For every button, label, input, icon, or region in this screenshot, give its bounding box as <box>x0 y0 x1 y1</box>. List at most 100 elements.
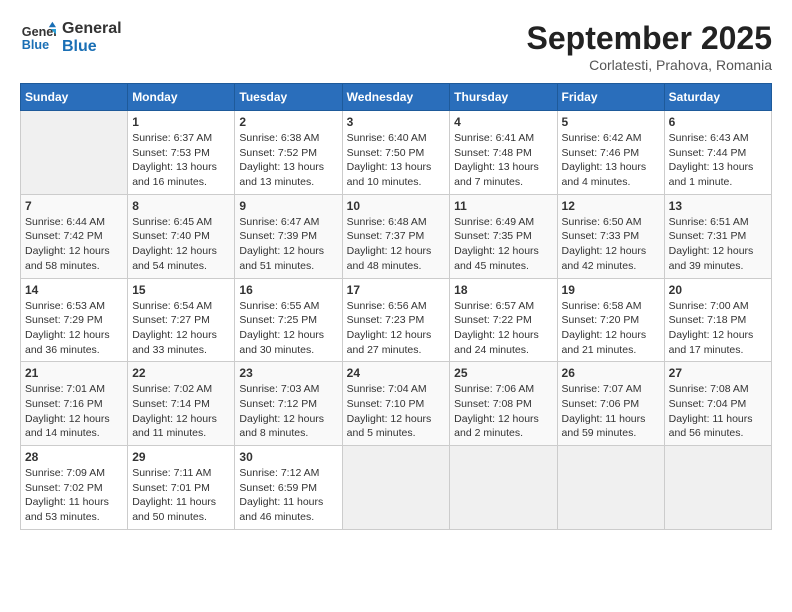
calendar-cell: 30 Sunrise: 7:12 AMSunset: 6:59 PMDayligh… <box>235 446 342 530</box>
day-number: 7 <box>25 199 123 213</box>
day-info: Sunrise: 6:42 AMSunset: 7:46 PMDaylight:… <box>562 131 660 190</box>
calendar-cell: 15Sunrise: 6:54 AMSunset: 7:27 PMDayligh… <box>128 278 235 362</box>
calendar-week-row: 1 Sunrise: 6:37 AMSunset: 7:53 PMDaylight… <box>21 111 772 195</box>
day-info: Sunrise: 7:06 AMSunset: 7:08 PMDaylight:… <box>454 382 552 441</box>
day-info: Sunrise: 6:48 AMSunset: 7:37 PMDaylight:… <box>347 215 446 274</box>
day-info: Sunrise: 7:08 AMSunset: 7:04 PMDaylight:… <box>669 382 767 441</box>
day-number: 3 <box>347 115 446 129</box>
calendar-cell: 16 Sunrise: 6:55 AMSunset: 7:25 PMDayligh… <box>235 278 342 362</box>
calendar-header-tuesday: Tuesday <box>235 84 342 111</box>
calendar-cell: 29Sunrise: 7:11 AMSunset: 7:01 PMDayligh… <box>128 446 235 530</box>
calendar-cell: 13Sunrise: 6:51 AMSunset: 7:31 PMDayligh… <box>664 194 771 278</box>
calendar-cell: 6Sunrise: 6:43 AMSunset: 7:44 PMDaylight… <box>664 111 771 195</box>
logo: General Blue General Blue <box>20 20 122 56</box>
day-number: 16 <box>239 283 337 297</box>
calendar-cell: 10 Sunrise: 6:48 AMSunset: 7:37 PMDayligh… <box>342 194 450 278</box>
day-info: Sunrise: 7:03 AMSunset: 7:12 PMDaylight:… <box>239 382 337 441</box>
day-info: Sunrise: 6:40 AMSunset: 7:50 PMDaylight:… <box>347 131 446 190</box>
calendar-cell <box>557 446 664 530</box>
day-info: Sunrise: 6:55 AMSunset: 7:25 PMDaylight:… <box>239 299 337 358</box>
day-info: Sunrise: 7:04 AMSunset: 7:10 PMDaylight:… <box>347 382 446 441</box>
calendar-header-row: SundayMondayTuesdayWednesdayThursdayFrid… <box>21 84 772 111</box>
calendar-cell <box>21 111 128 195</box>
day-info: Sunrise: 7:00 AMSunset: 7:18 PMDaylight:… <box>669 299 767 358</box>
calendar-cell: 26 Sunrise: 7:07 AMSunset: 7:06 PMDayligh… <box>557 362 664 446</box>
day-number: 10 <box>347 199 446 213</box>
calendar-cell: 1 Sunrise: 6:37 AMSunset: 7:53 PMDaylight… <box>128 111 235 195</box>
day-number: 1 <box>132 115 230 129</box>
day-number: 5 <box>562 115 660 129</box>
calendar-header-sunday: Sunday <box>21 84 128 111</box>
day-number: 4 <box>454 115 552 129</box>
day-number: 12 <box>562 199 660 213</box>
day-number: 25 <box>454 366 552 380</box>
day-number: 24 <box>347 366 446 380</box>
day-info: Sunrise: 7:07 AMSunset: 7:06 PMDaylight:… <box>562 382 660 441</box>
calendar-cell: 27 Sunrise: 7:08 AMSunset: 7:04 PMDayligh… <box>664 362 771 446</box>
calendar-cell: 2 Sunrise: 6:38 AMSunset: 7:52 PMDaylight… <box>235 111 342 195</box>
calendar-header-wednesday: Wednesday <box>342 84 450 111</box>
day-info: Sunrise: 7:01 AMSunset: 7:16 PMDaylight:… <box>25 382 123 441</box>
day-number: 19 <box>562 283 660 297</box>
calendar-cell: 4 Sunrise: 6:41 AMSunset: 7:48 PMDaylight… <box>450 111 557 195</box>
calendar-cell: 17 Sunrise: 6:56 AMSunset: 7:23 PMDayligh… <box>342 278 450 362</box>
day-number: 28 <box>25 450 123 464</box>
calendar-cell: 23 Sunrise: 7:03 AMSunset: 7:12 PMDayligh… <box>235 362 342 446</box>
calendar-cell: 19Sunrise: 6:58 AMSunset: 7:20 PMDayligh… <box>557 278 664 362</box>
calendar-week-row: 21 Sunrise: 7:01 AMSunset: 7:16 PMDayligh… <box>21 362 772 446</box>
day-info: Sunrise: 6:44 AMSunset: 7:42 PMDaylight:… <box>25 215 123 274</box>
calendar-cell: 24 Sunrise: 7:04 AMSunset: 7:10 PMDayligh… <box>342 362 450 446</box>
calendar-header-friday: Friday <box>557 84 664 111</box>
calendar-cell: 9 Sunrise: 6:47 AMSunset: 7:39 PMDaylight… <box>235 194 342 278</box>
location-subtitle: Corlatesti, Prahova, Romania <box>527 57 772 73</box>
day-info: Sunrise: 6:47 AMSunset: 7:39 PMDaylight:… <box>239 215 337 274</box>
day-number: 23 <box>239 366 337 380</box>
day-number: 2 <box>239 115 337 129</box>
day-info: Sunrise: 6:37 AMSunset: 7:53 PMDaylight:… <box>132 131 230 190</box>
day-info: Sunrise: 6:57 AMSunset: 7:22 PMDaylight:… <box>454 299 552 358</box>
calendar-cell: 21 Sunrise: 7:01 AMSunset: 7:16 PMDayligh… <box>21 362 128 446</box>
day-info: Sunrise: 6:38 AMSunset: 7:52 PMDaylight:… <box>239 131 337 190</box>
day-number: 15 <box>132 283 230 297</box>
calendar-cell: 11Sunrise: 6:49 AMSunset: 7:35 PMDayligh… <box>450 194 557 278</box>
logo-text-blue: Blue <box>62 38 122 56</box>
calendar-week-row: 28Sunrise: 7:09 AMSunset: 7:02 PMDayligh… <box>21 446 772 530</box>
calendar-cell: 25 Sunrise: 7:06 AMSunset: 7:08 PMDayligh… <box>450 362 557 446</box>
day-info: Sunrise: 6:53 AMSunset: 7:29 PMDaylight:… <box>25 299 123 358</box>
month-title: September 2025 <box>527 20 772 57</box>
day-number: 6 <box>669 115 767 129</box>
day-number: 17 <box>347 283 446 297</box>
day-number: 18 <box>454 283 552 297</box>
calendar-header-monday: Monday <box>128 84 235 111</box>
day-number: 13 <box>669 199 767 213</box>
day-info: Sunrise: 6:45 AMSunset: 7:40 PMDaylight:… <box>132 215 230 274</box>
calendar-cell: 18 Sunrise: 6:57 AMSunset: 7:22 PMDayligh… <box>450 278 557 362</box>
day-number: 9 <box>239 199 337 213</box>
day-info: Sunrise: 6:50 AMSunset: 7:33 PMDaylight:… <box>562 215 660 274</box>
calendar-cell <box>664 446 771 530</box>
day-info: Sunrise: 6:56 AMSunset: 7:23 PMDaylight:… <box>347 299 446 358</box>
day-info: Sunrise: 7:02 AMSunset: 7:14 PMDaylight:… <box>132 382 230 441</box>
title-block: September 2025 Corlatesti, Prahova, Roma… <box>527 20 772 73</box>
calendar-table: SundayMondayTuesdayWednesdayThursdayFrid… <box>20 83 772 530</box>
calendar-cell: 28Sunrise: 7:09 AMSunset: 7:02 PMDayligh… <box>21 446 128 530</box>
calendar-cell: 5 Sunrise: 6:42 AMSunset: 7:46 PMDaylight… <box>557 111 664 195</box>
calendar-header-saturday: Saturday <box>664 84 771 111</box>
calendar-cell: 22Sunrise: 7:02 AMSunset: 7:14 PMDayligh… <box>128 362 235 446</box>
day-info: Sunrise: 6:41 AMSunset: 7:48 PMDaylight:… <box>454 131 552 190</box>
day-info: Sunrise: 7:11 AMSunset: 7:01 PMDaylight:… <box>132 466 230 525</box>
svg-text:Blue: Blue <box>22 38 49 52</box>
day-number: 30 <box>239 450 337 464</box>
day-info: Sunrise: 7:12 AMSunset: 6:59 PMDaylight:… <box>239 466 337 525</box>
calendar-cell: 12 Sunrise: 6:50 AMSunset: 7:33 PMDayligh… <box>557 194 664 278</box>
day-number: 14 <box>25 283 123 297</box>
day-number: 21 <box>25 366 123 380</box>
calendar-week-row: 14 Sunrise: 6:53 AMSunset: 7:29 PMDayligh… <box>21 278 772 362</box>
day-number: 26 <box>562 366 660 380</box>
calendar-cell: 7 Sunrise: 6:44 AMSunset: 7:42 PMDaylight… <box>21 194 128 278</box>
calendar-cell <box>342 446 450 530</box>
day-number: 27 <box>669 366 767 380</box>
calendar-week-row: 7 Sunrise: 6:44 AMSunset: 7:42 PMDaylight… <box>21 194 772 278</box>
day-info: Sunrise: 6:49 AMSunset: 7:35 PMDaylight:… <box>454 215 552 274</box>
calendar-cell: 20Sunrise: 7:00 AMSunset: 7:18 PMDayligh… <box>664 278 771 362</box>
